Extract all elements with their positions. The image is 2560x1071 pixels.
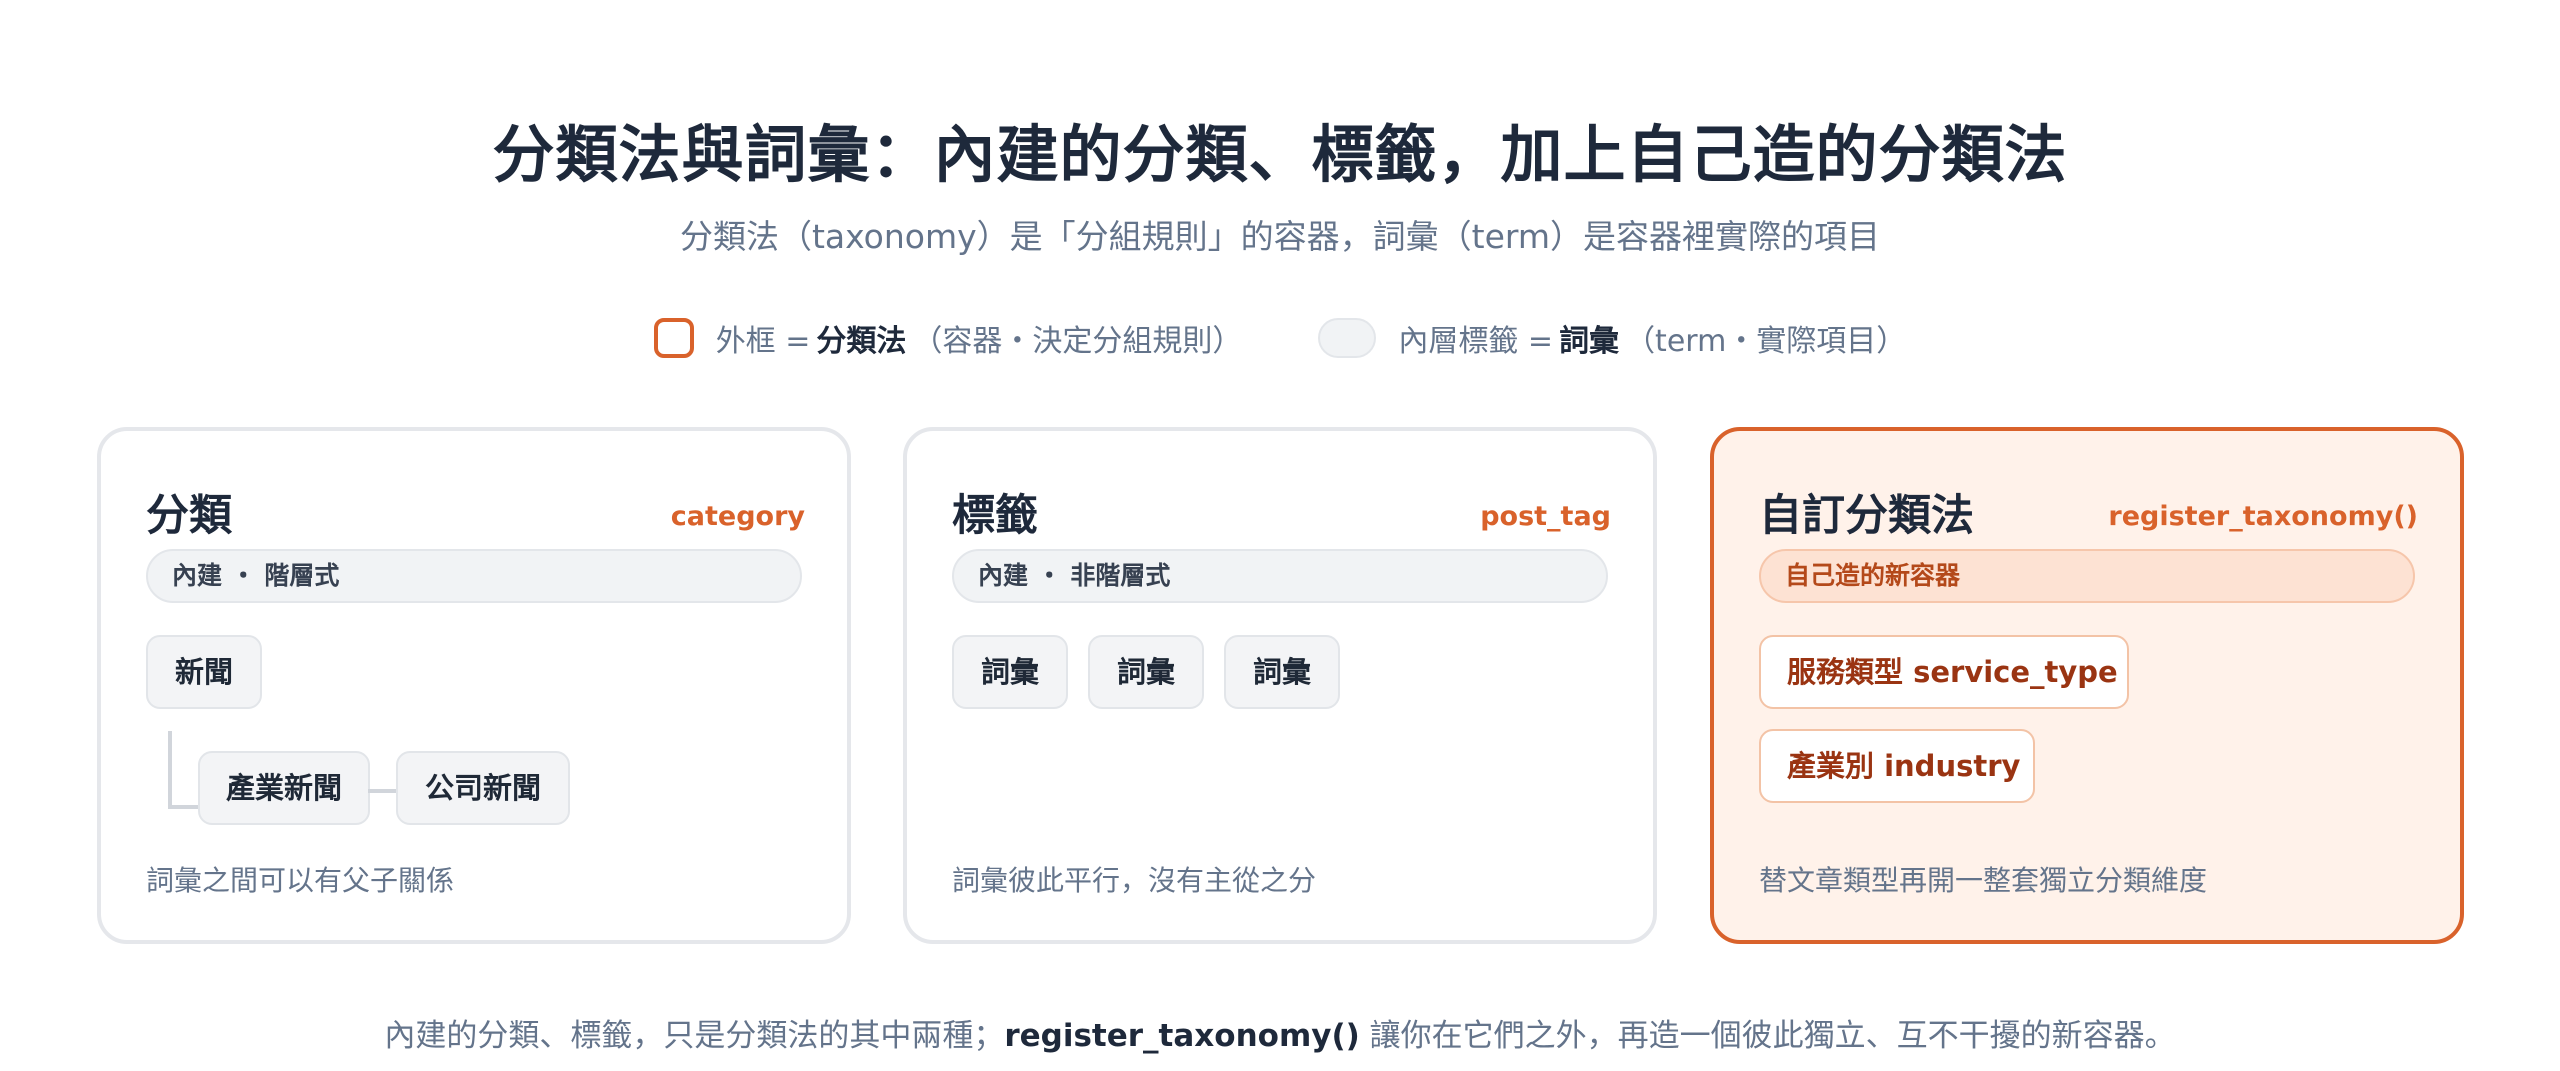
term-chip-parent: 新聞 [146, 635, 262, 709]
term-chip: 詞彙 [952, 635, 1068, 709]
footer-text-before: 內建的分類、標籤，只是分類法的其中兩種； [384, 1018, 1005, 1054]
term-chip-industry: 產業別 industry [1759, 729, 2035, 803]
card-code: category [670, 501, 805, 532]
legend-term-suffix: （term・實際項目） [1625, 324, 1907, 359]
card-note: 詞彙彼此平行，沒有主從之分 [952, 864, 1317, 897]
card-type-pill: 內建 ・ 非階層式 [952, 549, 1608, 603]
term-chip: 詞彙 [1088, 635, 1204, 709]
legend-taxonomy-term: 分類法 [816, 324, 907, 359]
term-chip-child: 公司新聞 [396, 751, 570, 825]
tag-card: 標籤 post_tag 內建 ・ 非階層式 詞彙 詞彙 詞彙 詞彙彼此平行，沒有… [903, 427, 1657, 944]
tree-connector-vertical [168, 731, 172, 809]
card-type-pill: 自己造的新容器 [1759, 549, 2415, 603]
card-type-pill: 內建 ・ 階層式 [146, 549, 802, 603]
footer-code: register_taxonomy() [1004, 1018, 1360, 1054]
legend-taxonomy-suffix: （容器・決定分組規則） [912, 324, 1243, 359]
page-subtitle: 分類法（taxonomy）是「分組規則」的容器，詞彙（term）是容器裡實際的項… [679, 217, 1881, 256]
card-title: 分類 [146, 491, 232, 541]
card-title: 標籤 [952, 491, 1038, 541]
legend: 外框 = 分類法 （容器・決定分組規則） 內層標籤 = 詞彙 （term・實際項… [0, 316, 2560, 360]
category-card: 分類 category 內建 ・ 階層式 新聞 產業新聞 公司新聞 詞彙之間可以… [97, 427, 851, 944]
legend-term-prefix: 內層標籤 = [1398, 324, 1554, 359]
footer-note: 內建的分類、標籤，只是分類法的其中兩種；register_taxonomy() … [0, 1010, 2560, 1055]
legend-item-term: 內層標籤 = 詞彙 （term・實際項目） [1318, 316, 1906, 360]
card-code: register_taxonomy() [2108, 501, 2418, 532]
term-chip-service-type: 服務類型 service_type [1759, 635, 2129, 709]
outline-swatch-icon [653, 318, 694, 358]
page-title: 分類法與詞彙：內建的分類、標籤，加上自己造的分類法 [492, 118, 2068, 191]
card-title: 自訂分類法 [1759, 491, 1974, 541]
legend-term-term: 詞彙 [1559, 324, 1620, 359]
legend-taxonomy-prefix: 外框 = [715, 324, 811, 359]
card-code: post_tag [1480, 501, 1611, 532]
fill-swatch-icon [1318, 318, 1377, 358]
footer-text-after: 讓你在它們之外，再造一個彼此獨立、互不干擾的新容器。 [1359, 1018, 2176, 1054]
legend-item-taxonomy: 外框 = 分類法 （容器・決定分組規則） [653, 316, 1243, 360]
term-chip-child: 產業新聞 [198, 751, 370, 825]
tree-connector-branch [168, 805, 198, 809]
custom-taxonomy-card: 自訂分類法 register_taxonomy() 自己造的新容器 服務類型 s… [1710, 427, 2464, 944]
term-chip: 詞彙 [1224, 635, 1340, 709]
tree-connector-sibling [368, 789, 396, 793]
card-note: 替文章類型再開一整套獨立分類維度 [1759, 864, 2208, 897]
card-note: 詞彙之間可以有父子關係 [146, 864, 455, 897]
